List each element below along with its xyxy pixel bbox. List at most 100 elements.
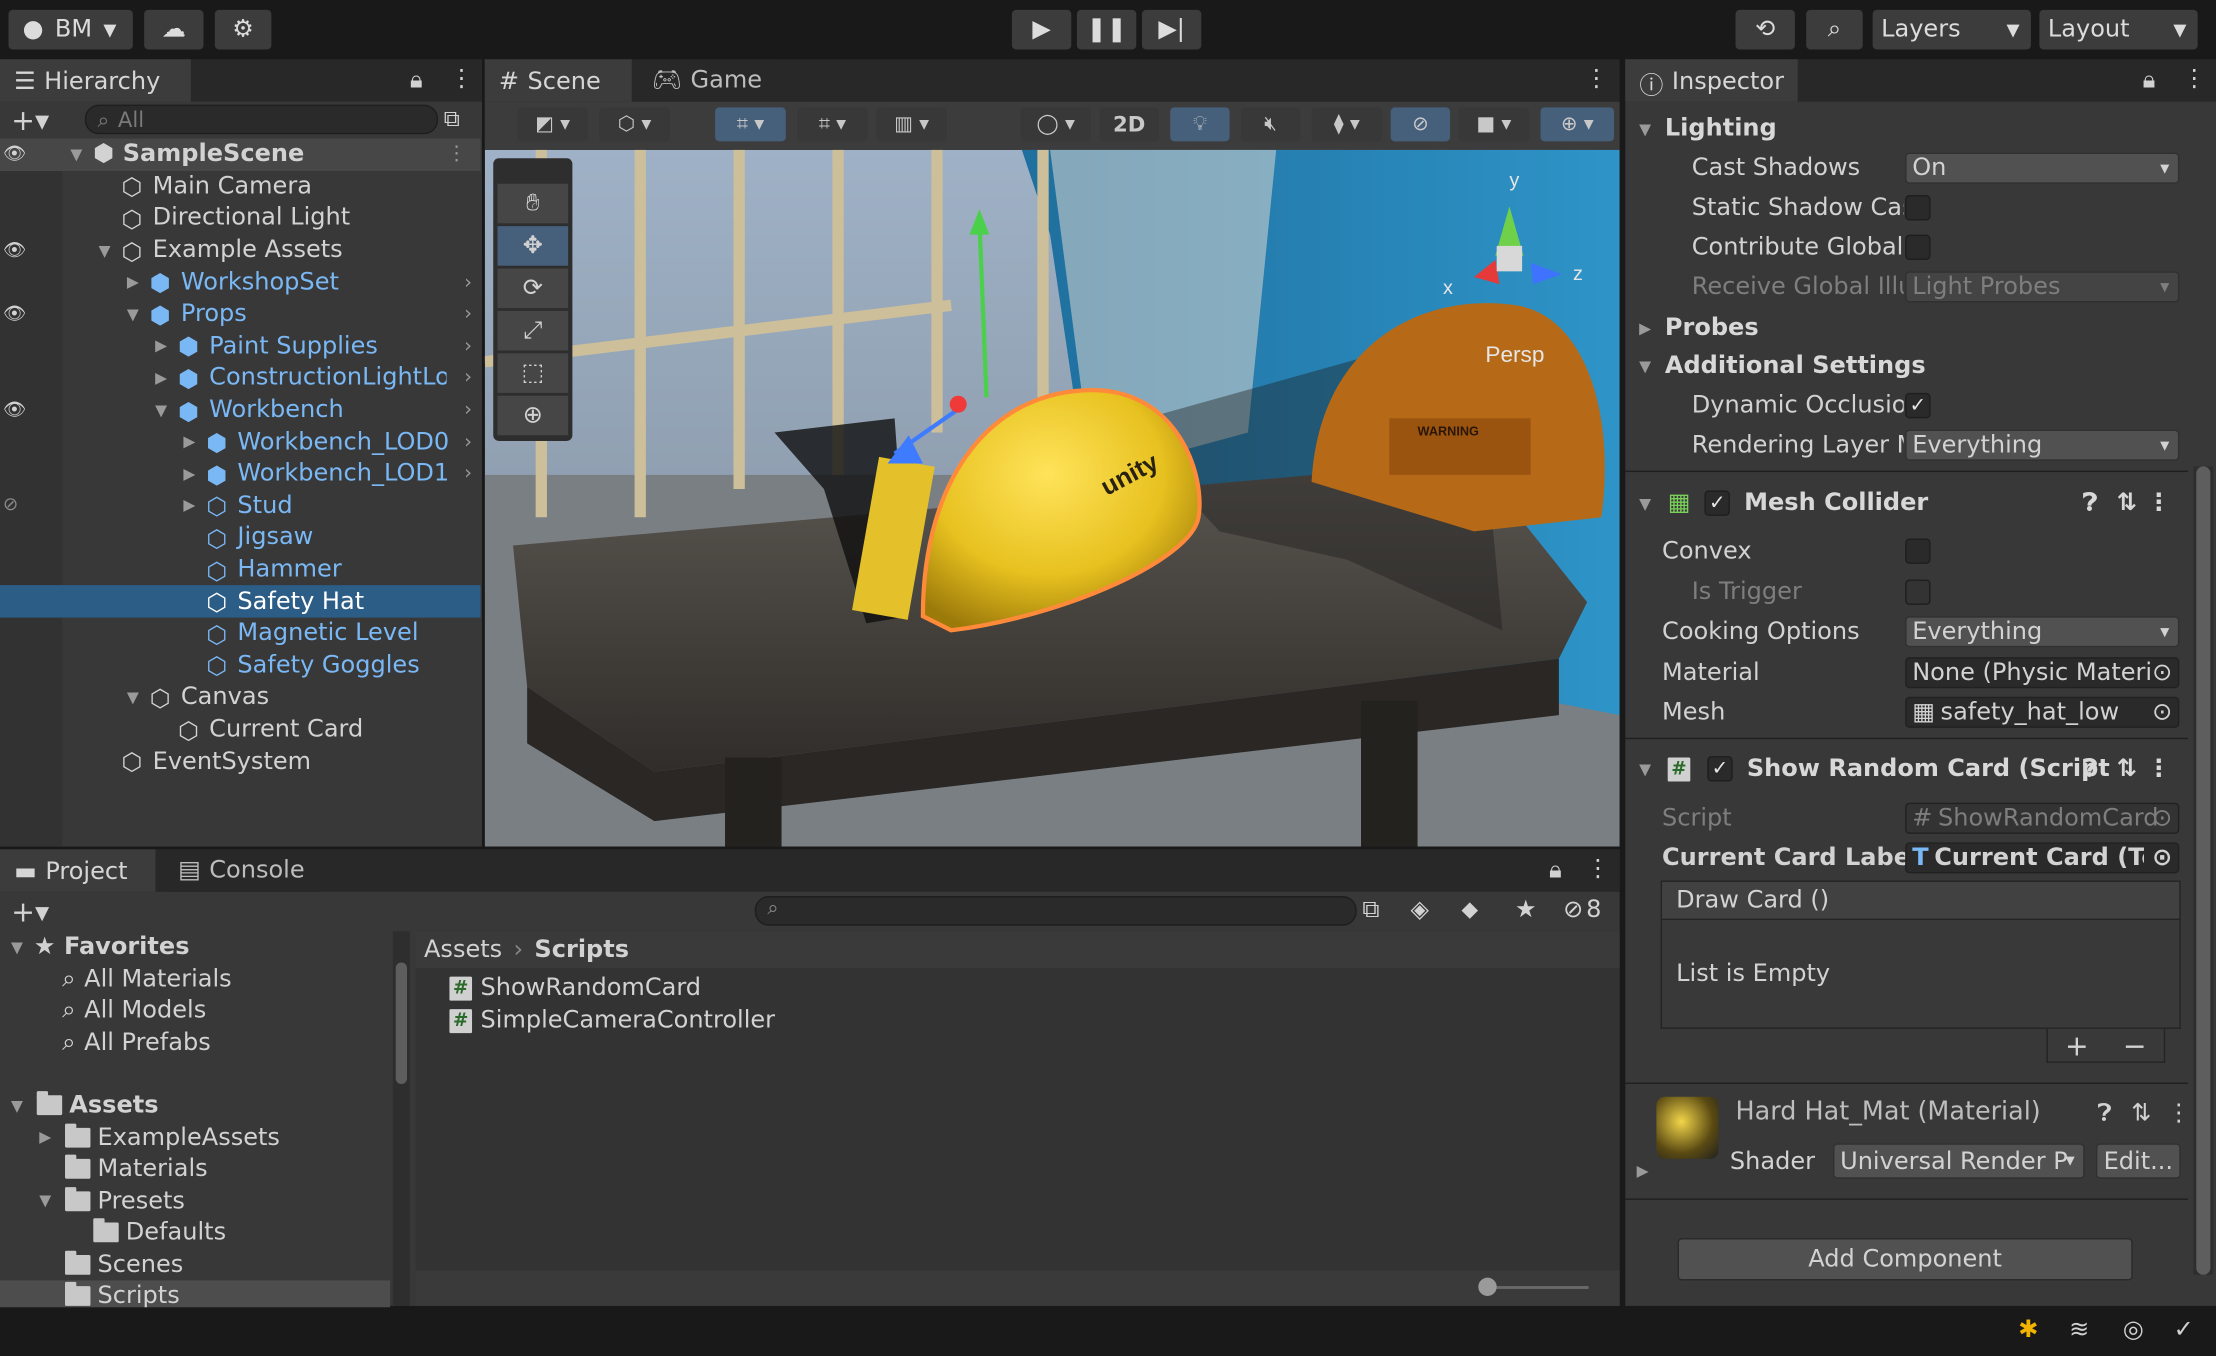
add-component-button[interactable]: Add Component (1677, 1238, 2133, 1281)
layers-dropdown[interactable]: Layers ▼ (1872, 9, 2031, 50)
tab-game[interactable]: 🎮︎ Game (637, 59, 779, 102)
expand-triangle-icon[interactable]: ▼ (96, 241, 113, 259)
list-item[interactable]: ▼ ⬡ Canvas (0, 681, 481, 713)
preset-icon[interactable]: ⇅ (2117, 489, 2137, 517)
list-item[interactable]: ⬡ EventSystem (0, 745, 481, 777)
eye-icon[interactable]: 👁︎ (3, 240, 26, 261)
more-icon[interactable]: ⋮ (1586, 855, 1610, 883)
expand-triangle-icon[interactable]: ▼ (124, 688, 141, 706)
show-random-card-header[interactable]: ▼ # ✓ Show Random Card (Script ❓︎ ⇅ ⋮ (1625, 749, 2187, 789)
chevron-right-icon[interactable]: › (464, 431, 472, 454)
more-icon[interactable]: ⋮ (1584, 65, 1608, 93)
breadcrumb-scripts[interactable]: Scripts (534, 936, 629, 964)
search-button[interactable]: ⌕ (1806, 9, 1863, 50)
tree-scrollbar[interactable] (392, 931, 410, 1306)
expand-triangle-icon[interactable]: ▼ (124, 305, 141, 323)
rect-tool[interactable]: ⬚ (497, 353, 569, 393)
list-item-selected[interactable]: ⬡ Safety Hat (0, 585, 481, 618)
chevron-right-icon[interactable]: › (464, 303, 472, 326)
additional-settings-section[interactable]: ▼ Additional Settings (1625, 346, 2187, 386)
effects-dropdown[interactable]: ⧫ ▾ (1311, 107, 1383, 142)
breadcrumb-assets[interactable]: Assets (424, 936, 502, 964)
toggle-2d-button[interactable]: 2D (1099, 107, 1159, 142)
expand-triangle-icon[interactable]: ▶ (153, 337, 170, 355)
list-item[interactable]: ⬡ Jigsaw (0, 522, 481, 554)
list-item[interactable]: ⬡ Magnetic Level (0, 618, 481, 649)
hand-tool[interactable]: ✋︎ (497, 183, 569, 224)
list-item[interactable]: ▼ Presets (0, 1185, 185, 1217)
shader-dropdown[interactable]: Universal Render P (1833, 1143, 2085, 1179)
more-icon[interactable]: ⋮ (447, 143, 467, 166)
scene-row[interactable]: 👁︎ ▼ ⬢ SampleScene ⋮ (0, 138, 481, 171)
add-icon[interactable]: +▾ (11, 103, 49, 137)
lighting-toggle[interactable]: 💡︎ (1170, 107, 1230, 142)
move-tool[interactable]: ✥ (497, 226, 569, 266)
list-item[interactable]: ⬡ Current Card (0, 713, 481, 745)
expand-triangle-icon[interactable]: ▶ (153, 369, 170, 387)
list-item[interactable]: 👁︎ ▼ ⬢ Props › (0, 298, 481, 330)
scrollbar-thumb[interactable] (395, 962, 408, 1085)
preset-icon[interactable]: ⇅ (2117, 755, 2137, 783)
shading-dropdown[interactable]: ◯ ▾ (1020, 107, 1092, 142)
list-item[interactable]: ▶ ⬢ WorkshopSet › (0, 266, 481, 298)
history-button[interactable]: ⟲ (1735, 9, 1795, 50)
expand-triangle-icon[interactable]: ▶ (181, 433, 198, 451)
more-icon[interactable]: ⋮ (2167, 1100, 2191, 1128)
expand-triangle-icon[interactable]: ▶ (181, 465, 198, 483)
list-item[interactable]: Scenes (0, 1249, 183, 1281)
scene-viewport[interactable]: unity WARNING y x z Persp (484, 149, 1620, 847)
expand-triangle-icon[interactable]: ▶ (1637, 1162, 1649, 1180)
edit-shader-button[interactable]: Edit... (2095, 1143, 2181, 1179)
collab-button[interactable]: ⚙ (214, 9, 272, 50)
lock-icon[interactable]: 🔒︎ (410, 66, 423, 94)
step-button[interactable]: ▶| (1141, 9, 1202, 50)
list-item[interactable]: ⬡ Hammer (0, 554, 481, 586)
snap-increment-dropdown[interactable]: ⌗ ▾ (797, 107, 868, 142)
layers-stack-icon[interactable]: ≋ (2069, 1316, 2089, 1344)
chevron-right-icon[interactable]: › (464, 463, 472, 486)
scale-tool[interactable]: ⤢ (497, 310, 569, 351)
file-item[interactable]: # SimpleCameraController (449, 1005, 775, 1037)
grid-snap-toggle[interactable]: ⌗ ▾ (715, 107, 786, 142)
object-picker-icon[interactable]: ⊙ (2152, 698, 2172, 726)
tab-hierarchy[interactable]: ☰ Hierarchy (0, 59, 191, 102)
lock-icon[interactable]: 🔒︎ (1549, 856, 1562, 884)
chevron-right-icon[interactable]: › (464, 335, 472, 358)
expand-triangle-icon[interactable]: ▶ (181, 497, 198, 515)
list-item[interactable]: ⌕ All Materials (0, 963, 232, 995)
eye-icon[interactable]: 👁︎ (3, 304, 26, 325)
current-card-label-field[interactable]: T Current Card (Te ⊙ (1905, 842, 2180, 874)
mesh-field[interactable]: ▦ safety_hat_low ⊙ (1905, 696, 2180, 728)
hidden-packages-toggle[interactable]: ⊘ 8 (1563, 896, 1601, 924)
hidden-eye-icon[interactable]: ⊘ (3, 495, 18, 516)
network-icon[interactable]: ◎ (2123, 1316, 2144, 1344)
expand-triangle-icon[interactable]: ▼ (8, 938, 25, 956)
rendering-layer-dropdown[interactable]: Everything (1905, 429, 2180, 461)
expand-triangle-icon[interactable]: ▶ (37, 1128, 54, 1146)
project-search-input[interactable]: ⌕ (754, 896, 1357, 926)
scrollbar-thumb[interactable] (2196, 466, 2211, 1275)
list-item[interactable]: Materials (0, 1153, 208, 1185)
camera-dropdown[interactable]: ■ ▾ (1458, 107, 1530, 142)
tab-inspector[interactable]: ⓘ Inspector (1625, 59, 1798, 102)
inspector-scrollbar[interactable] (2193, 466, 2214, 1275)
transform-tool[interactable]: ⊕ (497, 395, 569, 436)
cooking-options-dropdown[interactable]: Everything (1905, 616, 2180, 648)
slider-handle[interactable] (1478, 1277, 1497, 1296)
list-item[interactable]: ⬡ Directional Light (0, 202, 481, 234)
expand-triangle-icon[interactable]: ▼ (8, 1096, 25, 1114)
bug-icon[interactable]: ✱ (2018, 1316, 2038, 1344)
help-icon[interactable]: ❓︎ (2083, 755, 2097, 783)
expand-triangle-icon[interactable]: ▼ (153, 401, 170, 419)
tab-project[interactable]: ▬ Project (0, 849, 156, 892)
rotate-tool[interactable]: ⟳ (497, 268, 569, 309)
expand-triangle-icon[interactable]: ▼ (37, 1192, 54, 1210)
render-mode-dropdown[interactable]: ⬡ ▾ (599, 107, 670, 142)
script-enabled-checkbox[interactable]: ✓ (1707, 756, 1733, 782)
expand-triangle-icon[interactable]: ▼ (68, 145, 85, 163)
expand-triangle-icon[interactable]: ▶ (124, 273, 141, 291)
lock-icon[interactable]: 🔒︎ (2143, 66, 2156, 94)
cloud-button[interactable]: ☁ (144, 9, 204, 50)
ruler-dropdown[interactable]: ▥ ▾ (876, 107, 947, 142)
list-item[interactable]: 👁︎ ▼ ⬡ Example Assets (0, 234, 481, 266)
